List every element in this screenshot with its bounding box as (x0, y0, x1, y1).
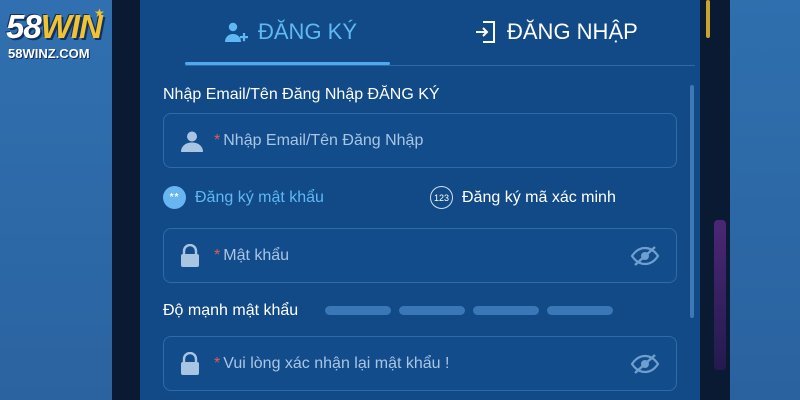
eye-off-icon[interactable] (630, 245, 660, 267)
strength-segment (325, 306, 391, 315)
strength-segment (399, 306, 465, 315)
email-field[interactable]: * Nhập Email/Tên Đăng Nhập (163, 113, 677, 168)
tab-divider (185, 65, 695, 66)
lock-icon (181, 243, 199, 267)
background-right (730, 0, 800, 400)
password-badge-icon: ** (163, 186, 186, 209)
auth-tabs: ĐĂNG KÝ ĐĂNG NHẬP (140, 0, 700, 66)
tab-register-label: ĐĂNG KÝ (258, 19, 358, 44)
eye-off-icon[interactable] (630, 353, 660, 375)
decorative-accent (714, 220, 726, 370)
email-label: Nhập Email/Tên Đăng Nhập ĐĂNG KÝ (163, 86, 440, 103)
register-modal: ĐĂNG KÝ ĐĂNG NHẬP Nhập Email/Tên Đăng Nh… (140, 0, 700, 400)
tab-register[interactable]: ĐĂNG KÝ (224, 12, 357, 52)
register-by-password-label: Đăng ký mật khẩu (195, 188, 324, 206)
modal-shadow-right (700, 0, 730, 400)
scrollbar[interactable] (690, 85, 694, 318)
confirm-password-field[interactable]: * Vui lòng xác nhận lại mật khẩu ! (163, 336, 677, 391)
decorative-accent (706, 0, 710, 38)
tab-login[interactable]: ĐĂNG NHẬP (475, 12, 638, 52)
site-logo: 58WIN ★ 58WINZ.COM (6, 6, 126, 61)
register-by-password-option[interactable]: ** Đăng ký mật khẩu (163, 186, 324, 209)
login-door-icon (476, 21, 495, 43)
password-placeholder: * Mật khẩu (214, 246, 290, 264)
email-placeholder: * Nhập Email/Tên Đăng Nhập (214, 131, 424, 149)
logo-wordmark: 58WIN (6, 8, 103, 45)
register-by-code-option[interactable]: 123 Đăng ký mã xác minh (430, 186, 616, 209)
star-icon: ★ (94, 6, 105, 20)
password-strength-meter (325, 306, 613, 315)
logo-domain: 58WINZ.COM (8, 46, 90, 61)
password-field[interactable]: * Mật khẩu (163, 228, 677, 283)
lock-icon (181, 351, 199, 375)
confirm-password-placeholder: * Vui lòng xác nhận lại mật khẩu ! (214, 354, 450, 372)
active-tab-indicator (185, 62, 390, 65)
required-mark: * (214, 246, 221, 264)
user-icon (181, 131, 203, 152)
tab-login-label: ĐĂNG NHẬP (507, 19, 638, 44)
strength-segment (473, 306, 539, 315)
code-badge-icon: 123 (430, 186, 453, 209)
required-mark: * (214, 131, 221, 149)
user-add-icon (225, 22, 248, 42)
register-by-code-label: Đăng ký mã xác minh (462, 188, 616, 206)
strength-segment (547, 306, 613, 315)
password-strength-label: Độ mạnh mật khẩu (163, 302, 299, 319)
required-mark: * (214, 354, 221, 372)
